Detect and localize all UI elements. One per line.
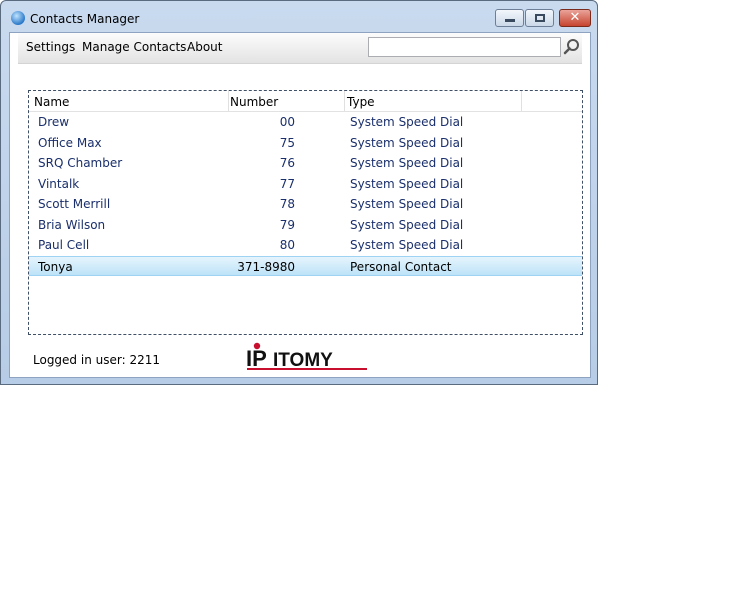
cell-type: System Speed Dial — [350, 238, 464, 252]
column-header-name[interactable]: Name — [34, 95, 69, 109]
app-window: Contacts Manager ✕ Settings Manage Conta… — [0, 0, 598, 385]
cell-number: 78 — [279, 197, 295, 211]
cell-number: 80 — [279, 238, 295, 252]
cell-type: System Speed Dial — [350, 115, 464, 129]
cell-type: System Speed Dial — [350, 197, 464, 211]
cell-name: Bria Wilson — [38, 217, 106, 232]
client-area: Settings Manage Contacts About Name Numb… — [9, 32, 591, 378]
table-row[interactable]: Drew 00 System Speed Dial — [29, 112, 582, 132]
minimize-button[interactable] — [495, 9, 524, 27]
table-header: Name Number Type — [29, 91, 582, 112]
menu-about[interactable]: About — [187, 40, 222, 54]
menu-bar: Settings Manage Contacts About — [18, 33, 582, 64]
close-button[interactable]: ✕ — [559, 9, 591, 27]
table-row[interactable]: Paul Cell 80 System Speed Dial — [29, 235, 582, 255]
table-row[interactable]: SRQ Chamber 76 System Speed Dial — [29, 153, 582, 173]
ipitomy-logo: IP ITOMY — [246, 342, 368, 372]
cell-type: System Speed Dial — [350, 135, 464, 150]
logged-in-status: Logged in user: 2211 — [33, 353, 160, 367]
column-separator[interactable] — [521, 91, 522, 111]
cell-number: 77 — [279, 176, 295, 191]
cell-name: Paul Cell — [38, 238, 90, 252]
title-bar[interactable]: Contacts Manager ✕ — [1, 1, 597, 33]
logo-rest-text: ITOMY — [273, 350, 333, 371]
column-separator[interactable] — [344, 91, 345, 111]
maximize-icon — [535, 14, 545, 22]
cell-type: System Speed Dial — [350, 176, 464, 191]
maximize-button[interactable] — [525, 9, 554, 27]
search-icon — [563, 39, 579, 55]
cell-number: 76 — [279, 156, 295, 170]
ipitomy-logo-icon: IP ITOMY — [246, 342, 367, 371]
table-row[interactable]: Office Max 75 System Speed Dial — [29, 133, 582, 153]
menu-settings[interactable]: Settings — [26, 40, 75, 54]
cell-name: Vintalk — [38, 176, 80, 191]
table-row[interactable]: Vintalk 77 System Speed Dial — [29, 174, 582, 194]
cell-name: Office Max — [38, 135, 102, 150]
column-header-number[interactable]: Number — [230, 95, 278, 109]
contacts-table: Name Number Type Drew 00 System Speed Dial… — [28, 90, 583, 335]
cell-name: Drew — [38, 115, 70, 129]
cell-type: System Speed Dial — [350, 217, 464, 232]
close-icon: ✕ — [569, 10, 581, 25]
minimize-icon — [505, 19, 515, 22]
window-title: Contacts Manager — [30, 12, 140, 26]
table-row[interactable]: Scott Merrill 78 System Speed Dial — [29, 194, 582, 214]
search-input[interactable] — [368, 37, 561, 57]
search-button[interactable] — [563, 37, 581, 57]
cell-name: Scott Merrill — [38, 197, 111, 211]
column-separator[interactable] — [228, 91, 229, 111]
menu-manage-contacts[interactable]: Manage Contacts — [82, 40, 186, 54]
column-header-type[interactable]: Type — [347, 95, 375, 109]
cell-number: 75 — [279, 135, 295, 150]
cell-name: SRQ Chamber — [38, 156, 123, 170]
cell-number: 00 — [279, 115, 295, 129]
table-row[interactable]: Bria Wilson 79 System Speed Dial — [29, 215, 582, 235]
logo-ip-text: IP — [246, 346, 267, 371]
cell-name: Tonya — [38, 259, 73, 274]
cell-number: 79 — [279, 217, 295, 232]
cell-type: System Speed Dial — [350, 156, 464, 170]
cell-type: Personal Contact — [350, 259, 452, 274]
app-icon — [11, 11, 25, 25]
cell-number: 371-8980 — [237, 259, 295, 274]
table-row[interactable]: Tonya 371-8980 Personal Contact — [29, 255, 582, 276]
